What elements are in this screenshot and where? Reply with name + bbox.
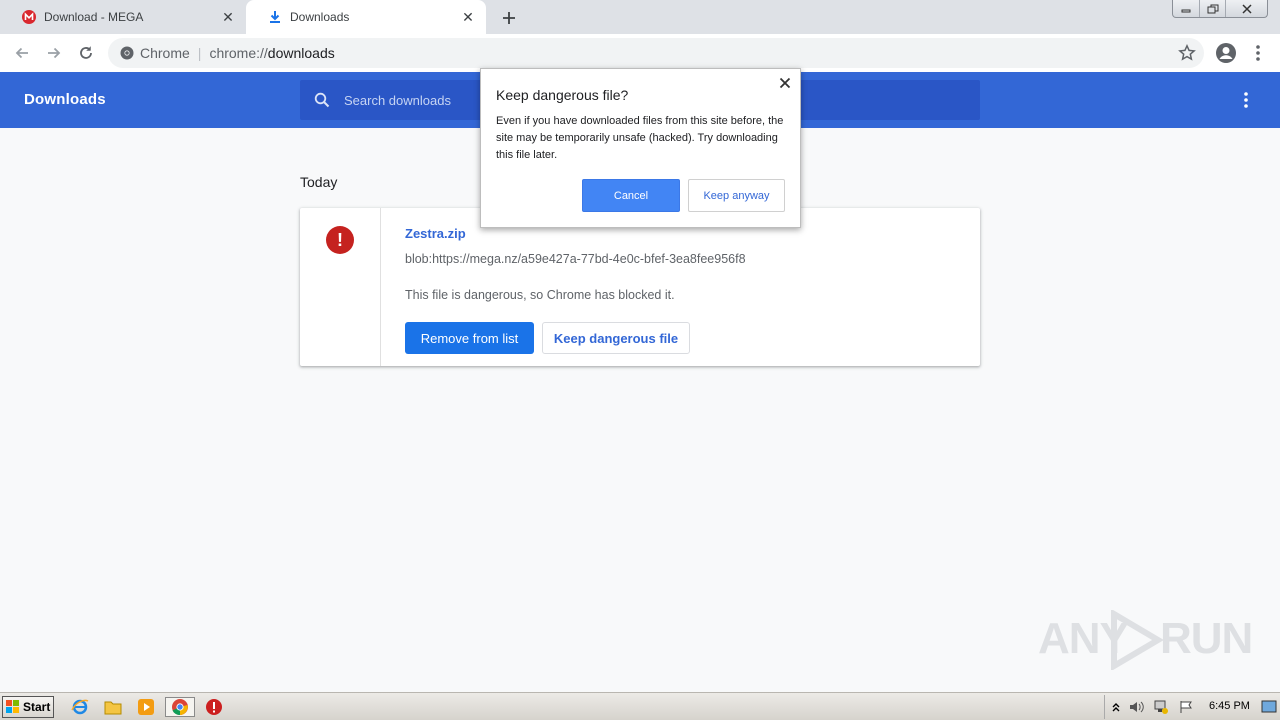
omnibox-separator: | (197, 45, 202, 61)
more-vert-icon (1244, 92, 1248, 108)
chrome-icon (172, 699, 188, 716)
close-icon (1241, 3, 1252, 14)
reload-icon (80, 46, 92, 59)
arrow-right-icon (48, 47, 61, 59)
danger-warning-icon: ! (326, 226, 354, 254)
new-tab-button[interactable] (498, 7, 520, 29)
folder-icon (104, 701, 122, 715)
tab-downloads[interactable]: Downloads ✕ (246, 0, 486, 34)
back-button[interactable] (9, 40, 35, 66)
taskbar-media-player[interactable] (135, 697, 157, 717)
omnibox-url: chrome://downloads (209, 45, 335, 61)
section-date-label: Today (300, 174, 338, 190)
dialog-close-button[interactable] (777, 75, 793, 91)
taskbar-clock[interactable]: 6:45 PM (1209, 700, 1250, 712)
remove-from-list-button[interactable]: Remove from list (405, 322, 534, 354)
windows-logo-icon (6, 700, 19, 713)
account-icon[interactable] (1214, 41, 1238, 65)
mega-icon (22, 10, 36, 24)
tab-title: Download - MEGA (44, 10, 144, 24)
dialog-body: Even if you have downloaded files from t… (496, 115, 784, 161)
dialog-keep-anyway-button[interactable]: Keep anyway (688, 179, 785, 212)
more-vert-icon (1256, 45, 1260, 61)
download-item-icon-column: ! (300, 208, 381, 366)
dialog-title: Keep dangerous file? (496, 87, 629, 103)
chrome-icon (120, 46, 134, 60)
taskbar-internet-explorer[interactable] (69, 697, 91, 717)
tab-close-icon[interactable]: ✕ (220, 9, 236, 25)
browser-toolbar: Chrome | chrome://downloads (0, 34, 1280, 72)
download-arrow-icon (268, 10, 282, 24)
tab-strip: Download - MEGA ✕ Downloads ✕ (0, 0, 1280, 34)
omnibox-chip: Chrome (140, 45, 190, 61)
start-button[interactable]: Start (2, 696, 54, 718)
download-source-url: blob:https://mega.nz/a59e427a-77bd-4e0c-… (405, 252, 746, 266)
play-logo-icon (1111, 610, 1164, 670)
minimize-button[interactable] (1173, 0, 1199, 17)
restore-button[interactable] (1199, 0, 1225, 17)
alert-circle-icon (206, 699, 222, 715)
arrow-left-icon (15, 47, 28, 59)
address-bar[interactable]: Chrome | chrome://downloads (108, 38, 1204, 68)
system-tray: 6:45 PM (1104, 695, 1278, 719)
taskbar-chrome[interactable] (165, 697, 195, 717)
watermark-text-right: RUN (1160, 614, 1253, 663)
internet-explorer-icon (71, 699, 89, 715)
minimize-icon (1181, 9, 1191, 12)
network-icon[interactable] (1153, 699, 1169, 715)
taskbar-explorer[interactable] (102, 697, 124, 717)
show-desktop-icon[interactable] (1261, 700, 1277, 714)
windows-taskbar: Start 6:45 PM (0, 692, 1280, 720)
show-hidden-icons-icon[interactable] (1111, 701, 1121, 713)
search-icon (314, 92, 330, 108)
tab-mega[interactable]: Download - MEGA ✕ (0, 0, 246, 34)
search-placeholder: Search downloads (344, 92, 451, 108)
keep-dangerous-file-dialog: Keep dangerous file? Even if you have do… (480, 68, 801, 228)
dialog-cancel-button[interactable]: Cancel (582, 179, 680, 212)
plus-icon (503, 12, 515, 24)
window-controls (1172, 0, 1268, 18)
close-icon (779, 77, 791, 89)
restore-icon (1207, 4, 1218, 13)
download-item: ! Zestra.zip blob:https://mega.nz/a59e42… (300, 208, 980, 366)
tab-close-icon[interactable]: ✕ (460, 9, 476, 25)
media-player-icon (138, 699, 154, 715)
bookmark-star-icon[interactable] (1178, 44, 1196, 62)
reload-button[interactable] (73, 40, 99, 66)
action-center-flag-icon[interactable] (1179, 700, 1195, 714)
browser-menu-button[interactable] (1248, 41, 1268, 65)
download-status: This file is dangerous, so Chrome has bl… (405, 288, 675, 302)
keep-dangerous-file-button[interactable]: Keep dangerous file (542, 322, 690, 354)
anyrun-watermark: ANY RUN (1038, 608, 1253, 672)
downloads-menu-button[interactable] (1236, 88, 1256, 112)
page-title: Downloads (24, 91, 106, 108)
tab-title: Downloads (290, 10, 350, 24)
start-label: Start (23, 700, 51, 714)
close-window-button[interactable] (1225, 0, 1267, 17)
volume-icon[interactable] (1129, 700, 1145, 714)
download-file-name[interactable]: Zestra.zip (405, 226, 466, 241)
forward-button[interactable] (41, 40, 67, 66)
taskbar-security-app[interactable] (203, 697, 225, 717)
